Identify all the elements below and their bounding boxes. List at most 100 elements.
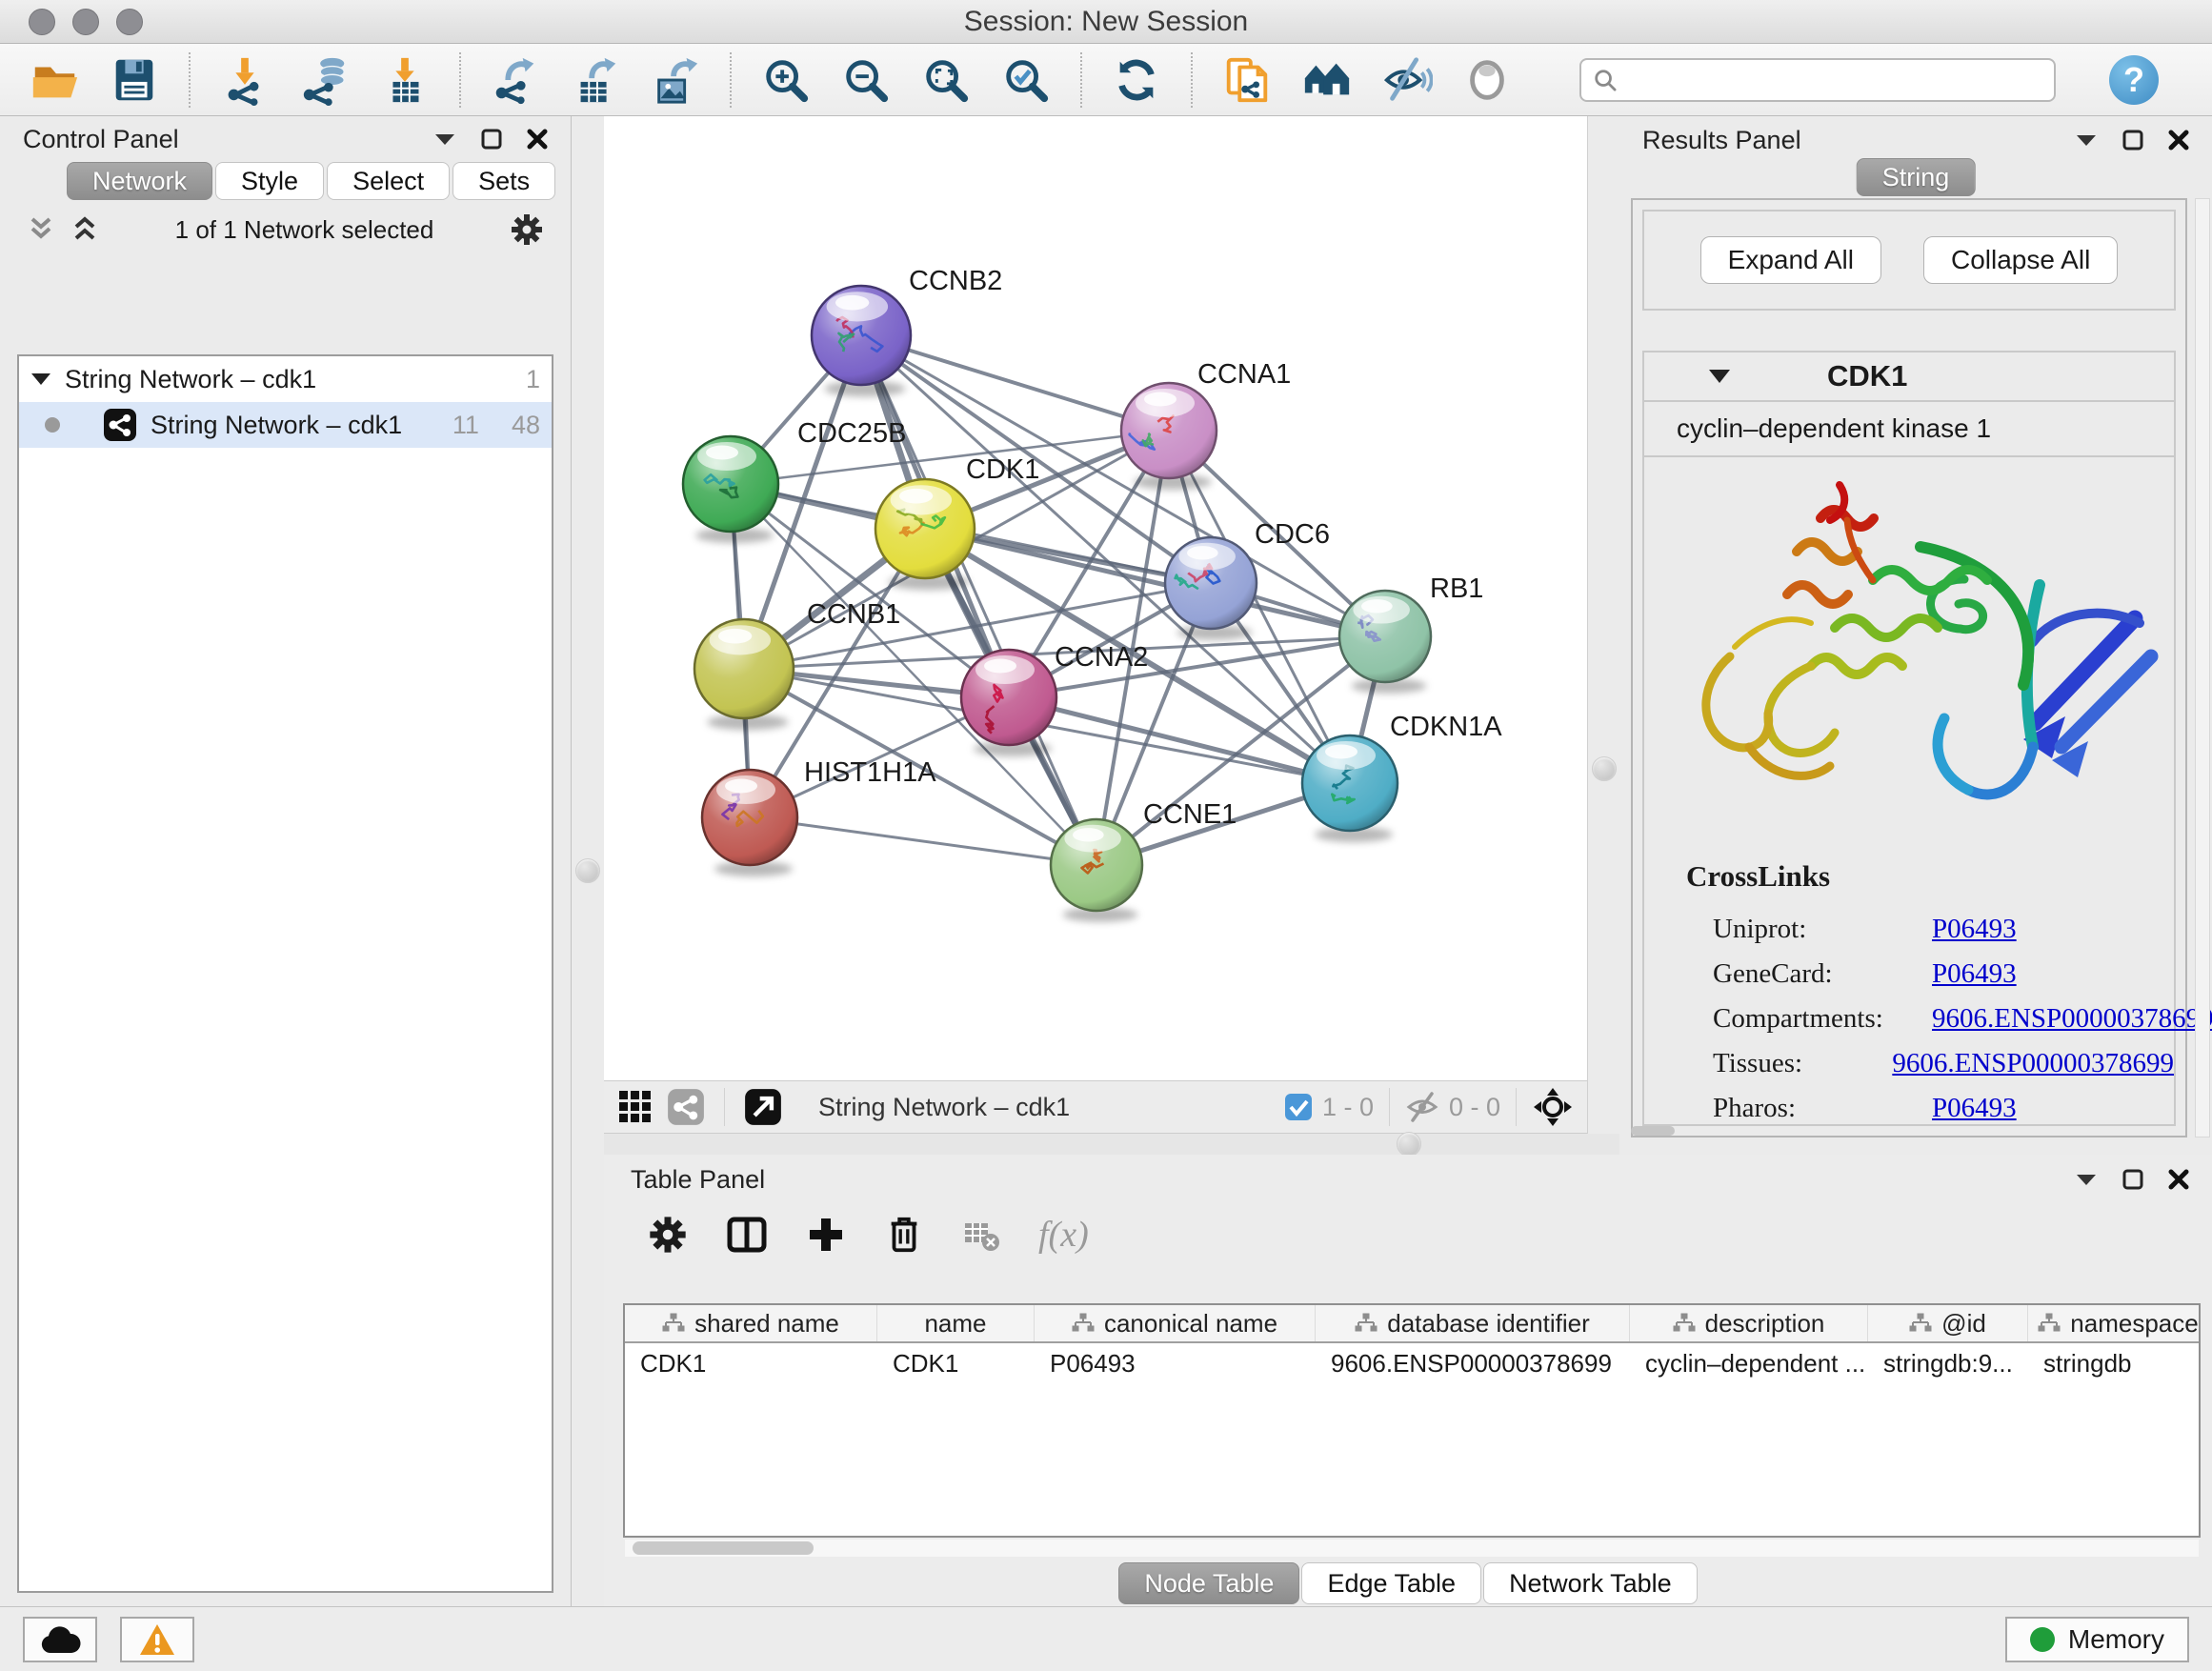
tree-expand-icon[interactable]: [30, 372, 51, 387]
gray-ball-icon[interactable]: [1459, 52, 1515, 108]
crosslink-link[interactable]: 9606.ENSP00000378699: [1892, 1048, 2174, 1079]
zoom-in-icon[interactable]: [758, 52, 814, 108]
collapse-all-button[interactable]: Collapse All: [1923, 236, 2118, 284]
show-all-nodes-icon[interactable]: [1299, 52, 1355, 108]
float-panel-icon[interactable]: [2075, 132, 2098, 148]
tab-edge-table[interactable]: Edge Table: [1301, 1562, 1481, 1604]
network-canvas[interactable]: CCNB2CCNA1CDC25BCDK1CDC6RB1CCNB1CCNA2CDK…: [604, 116, 1587, 1080]
table-options-gear-icon[interactable]: [648, 1215, 688, 1255]
right-splitter[interactable]: [1587, 116, 1619, 1155]
network-options-gear-icon[interactable]: [510, 212, 544, 247]
selected-checkbox-icon[interactable]: [1284, 1093, 1313, 1121]
float-panel-icon[interactable]: [433, 131, 456, 147]
delete-column-icon[interactable]: [884, 1215, 924, 1255]
column-header-shared-name[interactable]: shared name: [625, 1305, 877, 1341]
crosslink-link[interactable]: 9606.ENSP00000378699: [1932, 1003, 2212, 1035]
node-CCNE1[interactable]: [1051, 819, 1142, 922]
expand-all-button[interactable]: Expand All: [1700, 236, 1881, 284]
table-cell[interactable]: P06493: [1035, 1349, 1316, 1379]
node-RB1[interactable]: [1339, 591, 1431, 694]
clipboard-share-icon[interactable]: [1219, 52, 1275, 108]
crosslink-link[interactable]: P06493: [1932, 958, 2017, 990]
zoom-fit-icon[interactable]: [918, 52, 974, 108]
splitter-handle[interactable]: [1397, 1132, 1421, 1157]
expand-all-icon[interactable]: [70, 215, 99, 244]
refresh-icon[interactable]: [1109, 52, 1164, 108]
open-session-icon[interactable]: [27, 52, 82, 108]
hide-selected-icon[interactable]: [1379, 52, 1435, 108]
warning-status-button[interactable]: [120, 1617, 194, 1662]
table-cell[interactable]: stringdb: [2028, 1349, 2201, 1379]
node-table[interactable]: shared namenamecanonical namedatabase id…: [623, 1303, 2201, 1538]
open-in-new-window-icon[interactable]: [744, 1088, 782, 1126]
tab-sets[interactable]: Sets: [452, 162, 555, 200]
fit-content-crosshair-icon[interactable]: [1532, 1086, 1574, 1128]
close-panel-icon[interactable]: [527, 129, 548, 150]
memory-button[interactable]: Memory: [2005, 1617, 2189, 1662]
table-hscrollbar[interactable]: [625, 1540, 2199, 1557]
column-header-description[interactable]: description: [1630, 1305, 1868, 1341]
help-button[interactable]: ?: [2109, 55, 2159, 105]
column-header-database-identifier[interactable]: database identifier: [1316, 1305, 1630, 1341]
collapse-all-icon[interactable]: [27, 215, 55, 244]
tab-select[interactable]: Select: [327, 162, 450, 200]
node-CDKN1A[interactable]: [1302, 735, 1398, 842]
delete-table-icon[interactable]: [962, 1216, 1000, 1254]
tab-node-table[interactable]: Node Table: [1118, 1562, 1299, 1604]
function-builder-icon[interactable]: f(x): [1038, 1214, 1089, 1256]
maximize-panel-icon[interactable]: [2122, 1169, 2143, 1190]
zoom-out-icon[interactable]: [838, 52, 894, 108]
splitter-handle[interactable]: [575, 858, 600, 883]
close-panel-icon[interactable]: [2168, 1169, 2189, 1190]
collapse-section-icon[interactable]: [1707, 368, 1732, 385]
add-column-icon[interactable]: [806, 1215, 846, 1255]
gene-section-header[interactable]: CDK1: [1644, 352, 2174, 402]
left-splitter[interactable]: [572, 116, 604, 1606]
node-CDC25B[interactable]: [683, 436, 778, 543]
search-input[interactable]: [1627, 65, 2042, 94]
export-table-icon[interactable]: [568, 52, 623, 108]
node-CCNA1[interactable]: [1121, 383, 1217, 490]
column-header-name[interactable]: name: [877, 1305, 1035, 1341]
tab-network[interactable]: Network: [67, 162, 212, 200]
tab-string-results[interactable]: String: [1857, 158, 1976, 196]
column-header-namespace[interactable]: namespace: [2028, 1305, 2201, 1341]
network-collection-row[interactable]: String Network – cdk1 1: [19, 356, 552, 402]
table-cell[interactable]: CDK1: [625, 1349, 877, 1379]
edge-CCNE1-HIST1H1A[interactable]: [750, 817, 1096, 865]
node-HIST1H1A[interactable]: [702, 770, 797, 876]
node-CCNB1[interactable]: [694, 619, 794, 730]
close-panel-icon[interactable]: [2168, 130, 2189, 151]
column-header-canonical-name[interactable]: canonical name: [1035, 1305, 1316, 1341]
network-graph[interactable]: CCNB2CCNA1CDC25BCDK1CDC6RB1CCNB1CCNA2CDK…: [604, 116, 1587, 1080]
table-cell[interactable]: cyclin–dependent ...: [1630, 1349, 1868, 1379]
table-cell[interactable]: stringdb:9...: [1868, 1349, 2028, 1379]
search-box[interactable]: [1579, 58, 2056, 102]
save-session-icon[interactable]: [107, 52, 162, 108]
splitter-handle[interactable]: [1592, 756, 1617, 781]
scroll-thumb[interactable]: [633, 1541, 814, 1555]
export-network-icon[interactable]: [488, 52, 543, 108]
network-row-selected[interactable]: String Network – cdk1 1148: [19, 402, 552, 448]
column-header--id[interactable]: @id: [1868, 1305, 2028, 1341]
maximize-panel-icon[interactable]: [2122, 130, 2143, 151]
export-image-icon[interactable]: [648, 52, 703, 108]
crosslink-link[interactable]: P06493: [1932, 1093, 2017, 1124]
import-network-from-database-icon[interactable]: [297, 52, 352, 108]
share-view-icon[interactable]: [667, 1088, 705, 1126]
results-hscroll-thumb[interactable]: [1631, 1126, 1675, 1136]
tab-network-table[interactable]: Network Table: [1483, 1562, 1698, 1604]
import-network-icon[interactable]: [217, 52, 272, 108]
show-columns-icon[interactable]: [726, 1214, 768, 1256]
birds-eye-grid-icon[interactable]: [617, 1089, 654, 1125]
cloud-status-button[interactable]: [23, 1617, 97, 1662]
table-cell[interactable]: CDK1: [877, 1349, 1035, 1379]
table-cell[interactable]: 9606.ENSP00000378699: [1316, 1349, 1630, 1379]
table-row[interactable]: CDK1CDK1P064939606.ENSP00000378699cyclin…: [625, 1343, 2199, 1383]
crosslink-link[interactable]: P06493: [1932, 914, 2017, 945]
tab-style[interactable]: Style: [215, 162, 324, 200]
node-CCNB2[interactable]: [812, 286, 911, 396]
zoom-selected-icon[interactable]: [998, 52, 1054, 108]
float-panel-icon[interactable]: [2075, 1172, 2098, 1187]
import-table-icon[interactable]: [377, 52, 432, 108]
